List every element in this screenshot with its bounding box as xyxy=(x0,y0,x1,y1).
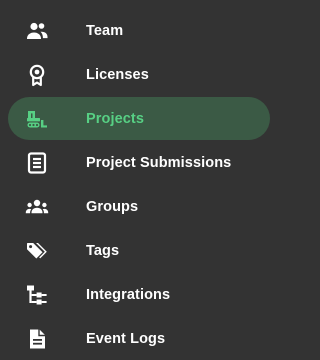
document-list-icon xyxy=(24,150,50,176)
sidebar-item-label: Team xyxy=(86,22,124,39)
file-text-icon xyxy=(24,326,50,352)
sidebar-item-project-submissions[interactable]: Project Submissions xyxy=(8,141,270,184)
sidebar-item-label: Licenses xyxy=(86,66,149,83)
sidebar-item-label: Groups xyxy=(86,198,139,215)
bulldozer-icon xyxy=(24,106,50,132)
license-icon xyxy=(24,62,50,88)
tags-icon xyxy=(24,238,50,264)
sidebar-item-label: Tags xyxy=(86,242,120,259)
sidebar-item-event-logs[interactable]: Event Logs xyxy=(8,317,270,360)
sidebar-nav: Team Licenses Projects Project Submissio… xyxy=(0,0,276,358)
sidebar-item-tags[interactable]: Tags xyxy=(8,229,270,272)
sidebar-item-team[interactable]: Team xyxy=(8,9,270,52)
sidebar-item-label: Projects xyxy=(86,110,145,127)
groups-icon xyxy=(24,194,50,220)
sidebar-item-label: Integrations xyxy=(86,286,171,303)
sidebar-item-integrations[interactable]: Integrations xyxy=(8,273,270,316)
team-icon xyxy=(24,18,50,44)
sidebar-item-label: Event Logs xyxy=(86,330,166,347)
sidebar-item-licenses[interactable]: Licenses xyxy=(8,53,270,96)
sidebar-item-groups[interactable]: Groups xyxy=(8,185,270,228)
hierarchy-icon xyxy=(24,282,50,308)
sidebar-item-projects[interactable]: Projects xyxy=(8,97,270,140)
sidebar-item-label: Project Submissions xyxy=(86,154,232,171)
